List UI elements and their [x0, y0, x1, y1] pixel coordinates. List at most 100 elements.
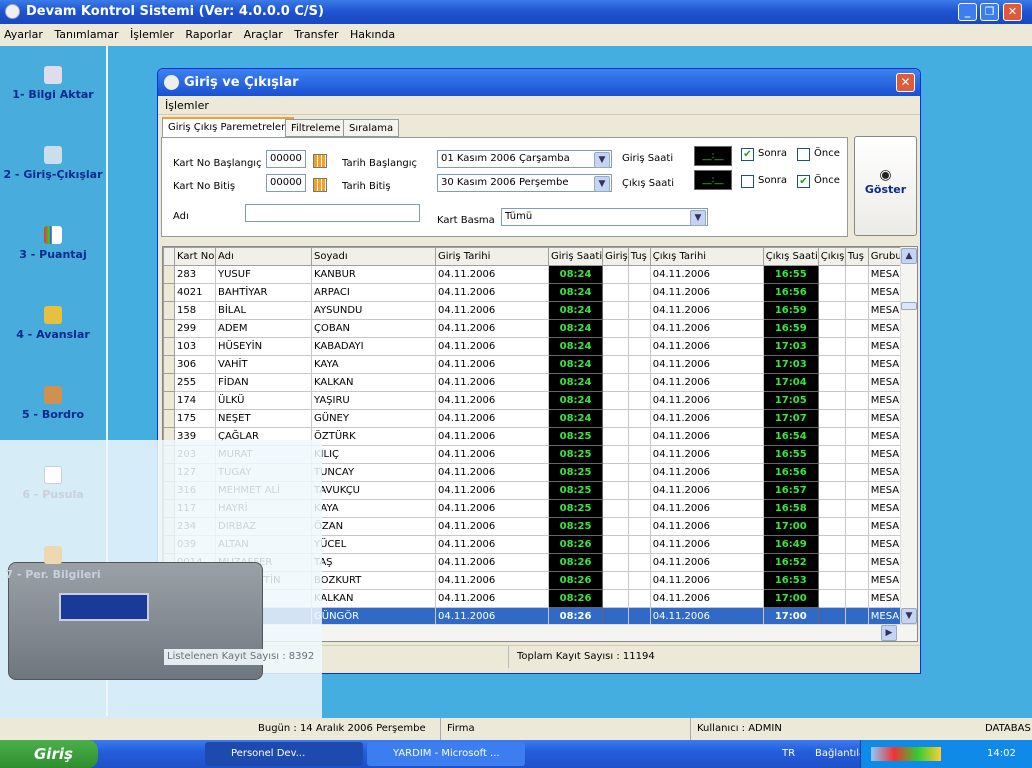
cikis-once-checkbox[interactable]: ✔: [797, 175, 810, 188]
table-row[interactable]: 174 ÜLKÜ YAŞIRU 04.11.2006 08:24 04.11.2006 17…: [163, 391, 904, 410]
cell-giriş-tarihi: 04.11.2006: [435, 265, 549, 284]
scroll-up-icon[interactable]: ▲: [901, 248, 917, 264]
table-row[interactable]: 255 FİDAN KALKAN 04.11.2006 08:24 04.11.2006 1…: [163, 373, 904, 392]
sidebar-item-bordro[interactable]: 5 - Bordro: [0, 386, 106, 421]
column-header[interactable]: Tuş: [627, 247, 651, 266]
cell-çıkış-tarihi: 04.11.2006: [649, 373, 764, 392]
column-header[interactable]: Soyadı: [311, 247, 436, 266]
start-button[interactable]: Giriş: [0, 740, 98, 768]
column-header[interactable]: Tuş: [844, 247, 869, 266]
menu-ayarlar[interactable]: Ayarlar: [4, 28, 43, 41]
cell-giriş-tarihi: 04.11.2006: [435, 481, 549, 500]
row-indicator[interactable]: [163, 283, 175, 302]
task-yardim-word[interactable]: YARDIM - Microsoft ...: [367, 742, 525, 766]
cell-tuş: [627, 571, 651, 590]
cell-giriş-saati: 08:26: [547, 535, 604, 554]
sidebar-item-avanslar[interactable]: 4 - Avanslar: [0, 306, 106, 341]
cell-tuş: [627, 607, 651, 626]
column-header[interactable]: Çıkış Tarihi: [649, 247, 764, 266]
cell-çıkış-saati: 16:53: [762, 571, 819, 590]
tray-icons[interactable]: [871, 747, 941, 761]
kart-basma-select[interactable]: Tümü ▼: [501, 208, 708, 226]
column-header[interactable]: Kart No: [174, 247, 216, 266]
task-personel-dev[interactable]: Personel Dev...: [205, 742, 363, 766]
minimize-button[interactable]: _: [958, 3, 977, 21]
row-indicator[interactable]: [163, 373, 175, 392]
chevron-down-icon[interactable]: ▼: [594, 176, 610, 192]
table-row[interactable]: 103 HÜSEYİN KABADAYI 04.11.2006 08:24 04.11.2…: [163, 337, 904, 356]
close-button[interactable]: ✕: [1003, 3, 1022, 21]
chevron-down-icon[interactable]: ▼: [690, 210, 706, 226]
table-row[interactable]: 299 ADEM ÇOBAN 04.11.2006 08:24 04.11.2006 16:…: [163, 319, 904, 338]
table-row[interactable]: 283 YUSUF KANBUR 04.11.2006 08:24 04.11.2006 1…: [163, 265, 904, 284]
cikis-sonra-checkbox[interactable]: [741, 175, 754, 188]
row-indicator[interactable]: [163, 319, 175, 338]
table-row[interactable]: 4021 BAHTİYAR ARPACI 04.11.2006 08:24 04.11.2…: [163, 283, 904, 302]
column-header[interactable]: Giriş: [602, 247, 629, 266]
cell-çıkış-saati: 16:52: [762, 553, 819, 572]
cikis-saati-label: Çıkış Saati: [622, 178, 675, 189]
cell-giriş-tarihi: 04.11.2006: [435, 607, 549, 626]
row-indicator[interactable]: [163, 391, 175, 410]
cell-çıkış-saati: 17:05: [762, 391, 819, 410]
column-header[interactable]: Grubu: [867, 247, 904, 266]
tarih-baslangic-select[interactable]: 01 Kasım 2006 Çarşamba ▼: [437, 150, 612, 168]
menu-transfer[interactable]: Transfer: [294, 28, 338, 41]
cell-çıkış-saati: 16:49: [762, 535, 819, 554]
sidebar-item-bilgi-aktar[interactable]: 1- Bilgi Aktar: [0, 66, 106, 101]
scroll-down-icon[interactable]: ▼: [901, 608, 917, 624]
column-header[interactable]: Giriş Tarihi: [435, 247, 549, 266]
scroll-right-icon[interactable]: ▶: [881, 625, 897, 641]
menu-hakinda[interactable]: Hakında: [350, 28, 395, 41]
giris-once-checkbox[interactable]: [797, 148, 810, 161]
tab-siralama[interactable]: Sıralama: [343, 119, 400, 137]
menu-islemler[interactable]: İşlemler: [130, 28, 174, 41]
cell-tuş: [844, 517, 869, 536]
row-indicator[interactable]: [163, 337, 175, 356]
chevron-down-icon[interactable]: ▼: [594, 152, 610, 168]
adi-input[interactable]: [245, 204, 420, 222]
cell-grubu: MESAİ: [867, 499, 904, 518]
cell-çıkış-tarihi: 04.11.2006: [649, 301, 764, 320]
row-indicator[interactable]: [163, 301, 175, 320]
scroll-thumb[interactable]: [901, 302, 917, 310]
giris-saati-input[interactable]: __:__: [694, 146, 732, 166]
calendar-icon[interactable]: [313, 154, 327, 168]
kart-no-bitis-input[interactable]: 00000: [266, 174, 306, 192]
column-header[interactable]: Çıkış: [817, 247, 846, 266]
tarih-bitis-select[interactable]: 30 Kasım 2006 Perşembe ▼: [437, 174, 612, 192]
maximize-button[interactable]: ❐: [980, 3, 999, 21]
dialog-close-button[interactable]: ✕: [896, 73, 915, 92]
sidebar-item-giris-cikislar[interactable]: 2 - Giriş-Çıkışlar: [0, 146, 106, 181]
column-header[interactable]: Çıkış Saati: [762, 247, 819, 266]
tab-parametreler[interactable]: Giriş Çıkış Paremetreleri: [162, 117, 294, 137]
column-header[interactable]: Giriş Saati: [547, 247, 604, 266]
sidebar-item-per-bilgileri[interactable]: 7 - Per. Bilgileri: [0, 546, 106, 581]
vertical-scrollbar[interactable]: ▲ ▼: [900, 247, 917, 625]
cell-çıkış: [817, 391, 846, 410]
cikis-saati-input[interactable]: __:__: [694, 170, 732, 190]
calendar-icon[interactable]: [313, 178, 327, 192]
column-header[interactable]: Adı: [215, 247, 312, 266]
cell-soyadı: YAŞIRU: [311, 391, 436, 410]
giris-sonra-checkbox[interactable]: ✔: [741, 148, 754, 161]
sidebar-item-puantaj[interactable]: 3 - Puantaj: [0, 226, 106, 261]
kart-no-baslangic-input[interactable]: 00000: [266, 150, 306, 168]
cell-çıkış-tarihi: 04.11.2006: [649, 283, 764, 302]
menu-raporlar[interactable]: Raporlar: [185, 28, 232, 41]
card-box-icon: [44, 386, 62, 404]
table-row[interactable]: 175 NEŞET GÜNEY 04.11.2006 08:24 04.11.2006 17…: [163, 409, 904, 428]
sidebar-item-pusula[interactable]: 6 - Pusula: [0, 466, 106, 501]
menu-araclar[interactable]: Araçlar: [244, 28, 283, 41]
dialog-menu-islemler[interactable]: İşlemler: [158, 97, 920, 115]
tab-filtreleme[interactable]: Filtreleme: [285, 119, 347, 137]
menu-tanimlamar[interactable]: Tanımlamar: [54, 28, 118, 41]
cell-adı: VAHİT: [215, 355, 312, 374]
goster-button[interactable]: ◉ Göster: [854, 136, 917, 236]
language-indicator[interactable]: TR: [782, 740, 795, 768]
row-indicator[interactable]: [163, 409, 175, 428]
row-indicator[interactable]: [163, 355, 175, 374]
table-row[interactable]: 306 VAHİT KAYA 04.11.2006 08:24 04.11.2006 17:…: [163, 355, 904, 374]
row-indicator[interactable]: [163, 265, 175, 284]
table-row[interactable]: 158 BİLAL AYSUNDU 04.11.2006 08:24 04.11.2006…: [163, 301, 904, 320]
